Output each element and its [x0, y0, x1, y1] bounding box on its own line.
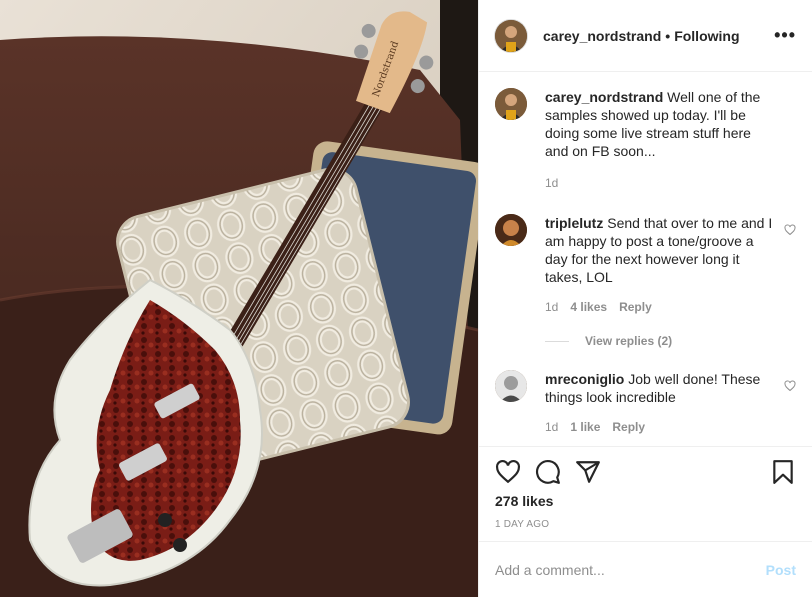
- comment-likes[interactable]: 1 like: [570, 418, 600, 436]
- post-header: carey_nordstrand • Following •••: [479, 0, 812, 72]
- comment-username[interactable]: triplelutz: [545, 215, 603, 231]
- list-item: triplelutz Send that over to me and I am…: [495, 214, 796, 316]
- avatar[interactable]: [495, 19, 527, 52]
- like-comment-heart-icon[interactable]: [784, 380, 796, 392]
- comment-time[interactable]: 1d: [545, 298, 558, 316]
- bass-guitar-photo: Nordstrand: [0, 0, 478, 597]
- caption-avatar[interactable]: [495, 88, 527, 120]
- user-avatar-image: [495, 88, 527, 120]
- comments-list[interactable]: carey_nordstrand Well one of the samples…: [479, 72, 812, 446]
- list-item: mreconiglio Job well done! These things …: [495, 370, 796, 436]
- post-dialog: Nordstrand carey_nordstrand • Following …: [0, 0, 812, 597]
- add-comment-bar: Post: [479, 541, 812, 597]
- comment-time[interactable]: 1d: [545, 418, 558, 436]
- following-button[interactable]: Following: [674, 28, 739, 44]
- user-avatar-image: [495, 370, 527, 402]
- heart-icon[interactable]: [495, 459, 521, 485]
- bookmark-icon[interactable]: [770, 459, 796, 485]
- share-icon[interactable]: [575, 459, 601, 485]
- post-timestamp[interactable]: 1 DAY AGO: [495, 519, 796, 530]
- caption: carey_nordstrand Well one of the samples…: [495, 88, 796, 192]
- comment-avatar[interactable]: [495, 214, 527, 246]
- view-replies-line: [545, 340, 569, 342]
- action-icons: [495, 457, 796, 487]
- view-replies-button[interactable]: View replies (2): [545, 334, 796, 348]
- user-avatar-image: [495, 19, 527, 52]
- comment-input[interactable]: [495, 561, 766, 578]
- header-separator: •: [665, 27, 671, 44]
- comment-meta: 1d 1 like Reply: [545, 418, 777, 436]
- reply-button[interactable]: Reply: [619, 298, 652, 316]
- caption-meta: 1d: [545, 174, 777, 192]
- header-username[interactable]: carey_nordstrand: [543, 28, 661, 44]
- comment-likes[interactable]: 4 likes: [570, 298, 607, 316]
- post-details-panel: carey_nordstrand • Following ••• carey_n…: [478, 0, 812, 597]
- user-avatar-image: [495, 214, 527, 246]
- likes-count[interactable]: 278 likes: [495, 493, 796, 509]
- post-actions: 278 likes 1 DAY AGO: [479, 446, 812, 541]
- like-comment-heart-icon[interactable]: [784, 224, 796, 236]
- caption-time[interactable]: 1d: [545, 174, 558, 192]
- more-options-button[interactable]: •••: [774, 25, 796, 46]
- post-comment-button[interactable]: Post: [766, 562, 796, 578]
- post-photo[interactable]: Nordstrand: [0, 0, 478, 597]
- comment-username[interactable]: mreconiglio: [545, 371, 624, 387]
- comment-avatar[interactable]: [495, 370, 527, 402]
- comment-icon[interactable]: [535, 459, 561, 485]
- comment-meta: 1d 4 likes Reply: [545, 298, 777, 316]
- reply-button[interactable]: Reply: [612, 418, 645, 436]
- caption-username[interactable]: carey_nordstrand: [545, 89, 663, 105]
- view-replies-label: View replies (2): [585, 334, 673, 348]
